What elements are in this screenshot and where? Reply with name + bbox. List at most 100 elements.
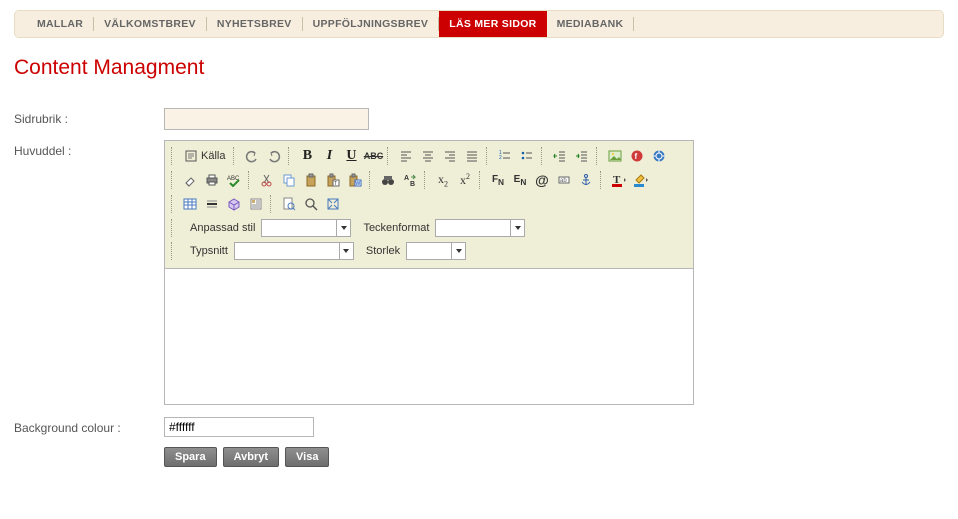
cut-button[interactable] [257,170,277,190]
insert-field-button[interactable]: ab [554,170,574,190]
underline-button[interactable]: U [341,146,361,166]
bold-icon: B [303,148,312,164]
chevron-down-icon [336,220,350,236]
strike-button[interactable]: ABC [363,146,383,166]
anchor-icon [579,173,593,187]
magnifier-page-icon [282,197,296,211]
copy-button[interactable] [279,170,299,190]
insert-lastname-button[interactable]: EN [510,170,530,190]
bgcolor-label: Background colour : [14,417,164,435]
outdent-button[interactable] [550,146,570,166]
tab-valkomstbrev[interactable]: VÄLKOMSTBREV [94,12,206,36]
align-center-icon [421,149,435,163]
ordered-list-icon: 12 [498,149,512,163]
chevron-down-icon [510,220,524,236]
tab-divider [633,17,634,31]
chevron-down-icon [451,243,465,259]
cancel-button[interactable]: Avbryt [223,447,279,467]
flash-button[interactable]: f [627,146,647,166]
find-button[interactable] [378,170,398,190]
combo-font[interactable] [234,242,354,260]
svg-text:ab: ab [560,178,567,184]
link-button[interactable] [649,146,669,166]
text-color-button[interactable]: T [609,170,629,190]
subscript-button[interactable]: x2 [433,170,453,190]
align-justify-button[interactable] [462,146,482,166]
print-button[interactable] [202,170,222,190]
svg-text:2: 2 [499,155,502,161]
spellcheck-button[interactable]: ABC [224,170,244,190]
subscript-icon: x2 [438,172,448,188]
redo-button[interactable] [264,146,284,166]
save-button[interactable]: Spara [164,447,217,467]
strike-icon: ABC [364,151,384,161]
ordered-list-button[interactable]: 12 [495,146,515,166]
zoom-button[interactable] [301,194,321,214]
unordered-list-button[interactable] [517,146,537,166]
source-button[interactable]: Källa [180,147,229,165]
replace-button[interactable]: AB [400,170,420,190]
paste-text-button[interactable]: T [323,170,343,190]
align-left-button[interactable] [396,146,416,166]
link-icon [652,149,666,163]
sidrubrik-input[interactable] [164,108,369,130]
svg-text:W: W [356,181,361,187]
template-icon [249,197,263,211]
tab-nyhetsbrev[interactable]: NYHETSBREV [207,12,302,36]
huvuddel-label: Huvuddel : [14,140,164,158]
svg-text:f: f [635,152,638,161]
tab-uppfoljningsbrev[interactable]: UPPFÖLJNINGSBREV [303,12,439,36]
redo-icon [267,149,281,163]
editor-content-area[interactable] [165,269,693,404]
align-right-button[interactable] [440,146,460,166]
superscript-button[interactable]: x2 [455,170,475,190]
sidrubrik-label: Sidrubrik : [14,108,164,126]
maximize-icon [326,197,340,211]
anchor-button[interactable] [576,170,596,190]
combo-format[interactable] [435,219,525,237]
tab-mallar[interactable]: MALLAR [27,12,93,36]
underline-icon: U [346,148,356,164]
bold-button[interactable]: B [297,146,317,166]
page-title: Content Managment [14,56,944,80]
insert-email-button[interactable]: @ [532,170,552,190]
italic-button[interactable]: I [319,146,339,166]
svg-text:A: A [404,175,409,182]
combo-style-label: Anpassad stil [190,222,255,234]
preview-button[interactable] [279,194,299,214]
hr-button[interactable] [202,194,222,214]
align-center-button[interactable] [418,146,438,166]
show-button[interactable]: Visa [285,447,329,467]
align-justify-icon [465,149,479,163]
print-icon [205,173,219,187]
undo-button[interactable] [242,146,262,166]
insert-firstname-button[interactable]: FN [488,170,508,190]
table-button[interactable] [180,194,200,214]
indent-button[interactable] [572,146,592,166]
flash-icon: f [630,149,644,163]
special-char-button[interactable] [224,194,244,214]
image-button[interactable] [605,146,625,166]
undo-icon [245,149,259,163]
eraser-icon [183,173,197,187]
combo-size[interactable] [406,242,466,260]
paste-button[interactable] [301,170,321,190]
paste-text-icon: T [326,173,340,187]
bg-color-button[interactable] [631,170,651,190]
at-icon: @ [535,172,549,188]
combo-style[interactable] [261,219,351,237]
erase-format-button[interactable] [180,170,200,190]
paste-word-icon: W [348,173,362,187]
editor-toolbar: Källa B I U ABC 12 [165,141,693,269]
maximize-button[interactable] [323,194,343,214]
align-right-icon [443,149,457,163]
paste-word-button[interactable]: W [345,170,365,190]
magnifier-icon [304,197,318,211]
superscript-icon: x2 [460,172,470,188]
combo-format-label: Teckenformat [363,222,429,234]
bgcolor-input[interactable] [164,417,314,437]
cube-icon [227,197,241,211]
template-button[interactable] [246,194,266,214]
tab-las-mer-sidor[interactable]: LÄS MER SIDOR [439,11,546,37]
tab-mediabank[interactable]: MEDIABANK [547,12,634,36]
